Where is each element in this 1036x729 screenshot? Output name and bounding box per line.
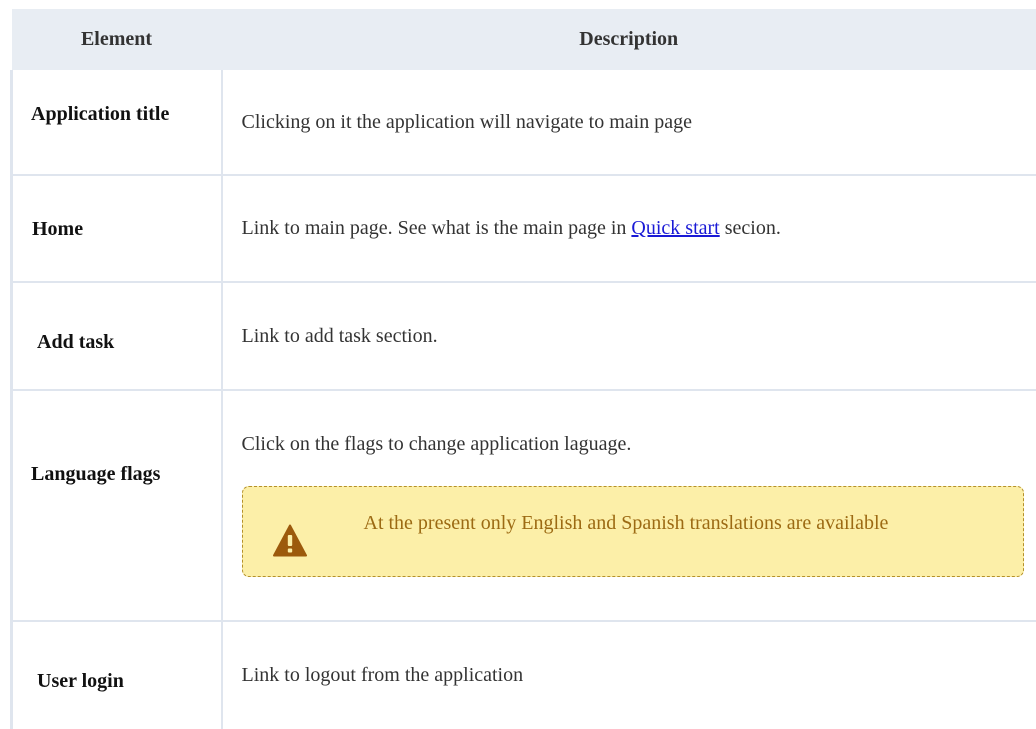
elements-table: Element Description Application title Cl…: [10, 9, 1036, 729]
table-row: Add task Link to add task section.: [10, 281, 1036, 390]
table-row: Language flags Click on the flags to cha…: [10, 389, 1036, 621]
element-cell: Home: [10, 174, 223, 282]
header-row: Element Description: [11, 9, 1036, 70]
warning-callout: At the present only English and Spanish …: [241, 485, 1024, 577]
table-row: Application title Clicking on it the app…: [10, 70, 1036, 175]
description-text-after: secion.: [719, 217, 781, 239]
element-name: Home: [32, 217, 84, 240]
warning-triangle-icon: [272, 524, 307, 557]
element-name: Application title: [31, 103, 170, 125]
element-cell: User login: [10, 620, 223, 729]
description-text-before: Link to main page. See what is the main …: [241, 217, 632, 239]
table-header: Element Description: [11, 9, 1036, 70]
description-cell: Link to add task section.: [221, 281, 1036, 390]
warning-text: At the present only English and Spanish …: [363, 511, 889, 534]
description-text: Link to add task section.: [241, 324, 438, 347]
table-row: Home Link to main page. See what is the …: [10, 174, 1036, 282]
description-text: Clicking on it the application will navi…: [241, 110, 692, 133]
element-cell: Language flags: [10, 389, 223, 621]
description-cell: Link to logout from the application: [221, 620, 1036, 729]
element-name: User login: [37, 669, 124, 692]
element-cell: Add task: [10, 281, 223, 390]
description-cell: Clicking on it the application will navi…: [222, 70, 1036, 175]
description-cell: Link to main page. See what is the main …: [221, 174, 1036, 282]
element-cell: Application title: [10, 70, 223, 175]
element-name: Language flags: [31, 462, 161, 485]
description-cell: Click on the flags to change application…: [221, 389, 1036, 621]
description-text: Link to logout from the application: [241, 664, 524, 686]
description-text: Click on the flags to change application…: [241, 432, 632, 455]
quick-start-link[interactable]: Quick start: [631, 217, 719, 239]
element-name: Add task: [37, 331, 115, 353]
table-row: User login Link to logout from the appli…: [10, 620, 1036, 729]
table-body: Application title Clicking on it the app…: [10, 70, 1036, 729]
header-description: Description: [221, 9, 1036, 70]
header-element: Element: [11, 9, 222, 70]
